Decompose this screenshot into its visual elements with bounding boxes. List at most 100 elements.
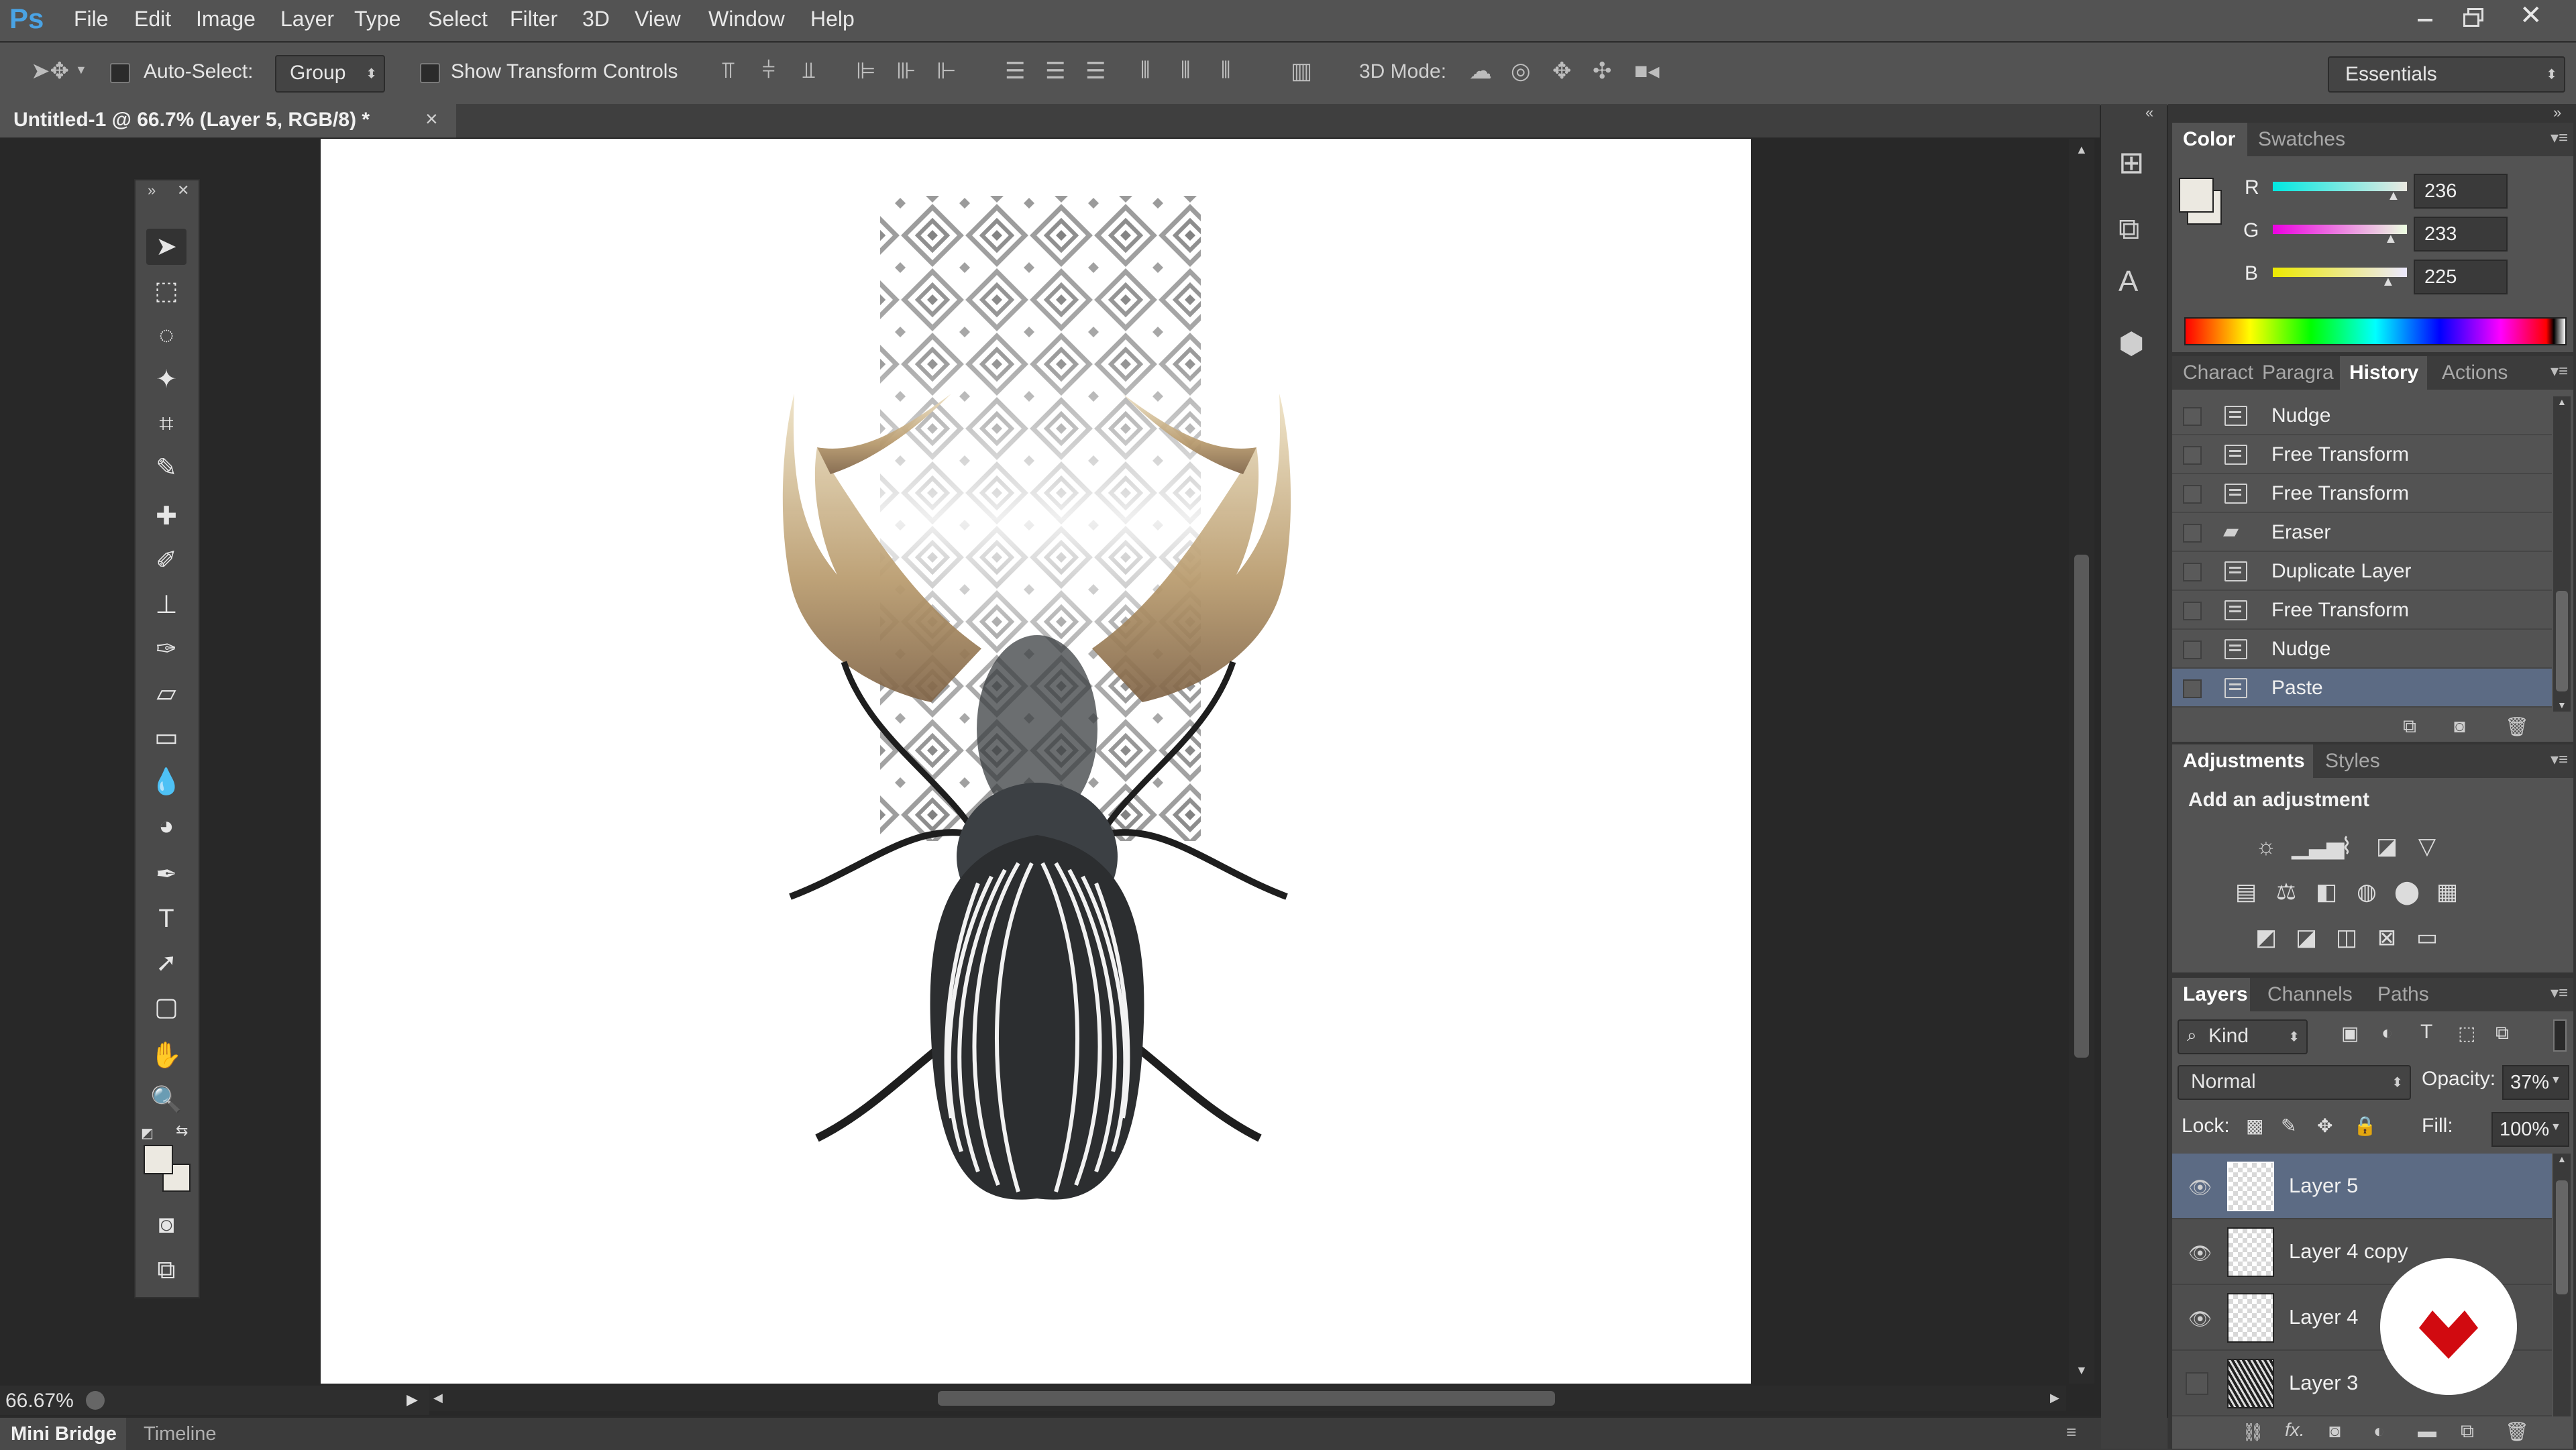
properties-panel-icon[interactable]: ⧉ [2118,213,2139,246]
vertical-scroll-thumb[interactable] [2074,555,2089,1058]
blue-value-field[interactable]: 225 [2414,260,2508,294]
menu-type[interactable]: Type [354,7,400,32]
panel-menu-icon[interactable]: ▾≡ [2551,983,2568,1003]
history-item[interactable]: ▰ Eraser [2172,513,2552,552]
menu-select[interactable]: Select [428,7,488,32]
menu-view[interactable]: View [635,7,681,32]
menu-layer[interactable]: Layer [280,7,334,32]
link-layers-icon[interactable]: ⛓ [2242,1422,2264,1443]
marquee-tool-icon[interactable]: ⬚ [146,273,186,309]
tab-history[interactable]: History [2349,361,2418,384]
menu-edit[interactable]: Edit [134,7,171,32]
menu-filter[interactable]: Filter [510,7,557,32]
filter-pixel-icon[interactable]: ▣ [2341,1022,2359,1044]
lock-all-icon[interactable]: 🔒 [2353,1115,2377,1137]
color-panel-foreground-swatch[interactable] [2179,178,2214,213]
3d-scale-icon[interactable]: ■◂ [1634,58,1660,85]
dock-collapse-icon[interactable]: » [2553,104,2561,121]
auto-select-checkbox[interactable] [110,63,130,83]
history-source-checkbox[interactable] [2183,407,2202,426]
shape-tool-icon[interactable]: ▢ [146,989,186,1025]
channel-mixer-icon[interactable]: ⬤ [2392,877,2422,907]
eye-icon[interactable]: 👁 [2188,1176,2212,1198]
history-item[interactable]: Free Transform [2172,474,2552,513]
auto-select-dropdown[interactable]: Group ⬍ [275,55,385,93]
foreground-color-swatch[interactable] [144,1145,173,1174]
new-adjustment-layer-icon[interactable]: ◐ [2373,1420,2385,1442]
exposure-icon[interactable]: ◪ [2372,832,2402,861]
fx-icon[interactable]: fx. [2285,1419,2305,1441]
lock-position-icon[interactable]: ✥ [2317,1115,2332,1137]
selective-color-icon[interactable]: ⊠ [2372,923,2402,952]
scroll-right-icon[interactable]: ▶ [2050,1391,2059,1405]
restore-icon[interactable] [2461,5,2485,32]
align-right-icon[interactable]: ⊩ [936,58,957,85]
invert-icon[interactable]: ◩ [2251,923,2281,952]
distribute-right-icon[interactable]: ⫴ [1221,58,1230,84]
new-document-from-state-icon[interactable]: ⧉ [2403,716,2416,738]
magic-wand-tool-icon[interactable]: ✦ [146,361,186,398]
dodge-tool-icon[interactable]: ◕ [146,808,186,844]
curves-icon[interactable]: ⌇ [2332,832,2361,861]
filter-toggle-icon[interactable] [2553,1019,2567,1052]
crop-tool-icon[interactable]: ⌗ [146,406,186,442]
panel-menu-icon[interactable]: ▾≡ [2551,750,2568,769]
filter-adjustment-icon[interactable]: ◐ [2381,1022,2393,1044]
3d-slide-icon[interactable]: ✣ [1593,58,1612,85]
brush-tool-icon[interactable]: ✐ [146,543,186,579]
history-panel-icon[interactable]: ⊞ [2118,144,2145,180]
color-lookup-icon[interactable]: ▦ [2432,877,2462,907]
pen-tool-icon[interactable]: ✒ [146,856,186,893]
zoom-level[interactable]: 66.67% [5,1390,74,1412]
panel-menu-icon[interactable]: ▾≡ [2551,128,2568,148]
zoom-tool-icon[interactable]: 🔍 [146,1082,186,1118]
tab-mini-bridge[interactable]: Mini Bridge [0,1418,126,1450]
minimize-icon[interactable] [2415,5,2435,32]
history-source-checkbox[interactable] [2183,640,2202,659]
workspace-dropdown[interactable]: Essentials ⬍ [2328,56,2565,93]
distribute-hcenter-icon[interactable]: ⫴ [1181,58,1190,84]
layer-filter-dropdown[interactable]: ⌕ Kind ⬍ [2178,1019,2308,1054]
status-menu-arrow-icon[interactable]: ▶ [407,1391,418,1408]
toolbox-close-icon[interactable]: ✕ [177,182,189,199]
menu-file[interactable]: File [74,7,109,32]
3d-roll-icon[interactable]: ◎ [1511,58,1531,85]
tab-channels[interactable]: Channels [2267,983,2353,1006]
posterize-icon[interactable]: ◪ [2292,923,2321,952]
layers-scroll-thumb[interactable] [2556,1180,2568,1294]
character-panel-icon[interactable]: A [2118,265,2138,298]
history-item[interactable]: Free Transform [2172,435,2552,474]
bottom-panel-menu-icon[interactable]: ≡ [2066,1422,2076,1443]
history-brush-tool-icon[interactable]: ✑ [146,631,186,667]
move-tool-icon[interactable]: ➤ [146,229,186,265]
tab-paragraph[interactable]: Paragra [2262,361,2334,384]
history-source-checkbox[interactable] [2183,485,2202,504]
move-tool-preset-icon[interactable]: ➤✥ [31,58,69,85]
history-item[interactable]: Nudge [2172,396,2552,435]
distribute-top-icon[interactable]: ☰ [1005,58,1025,85]
lock-pixels-icon[interactable]: ✎ [2281,1115,2296,1137]
scroll-up-icon[interactable]: ▲ [2557,1154,2567,1164]
distribute-bottom-icon[interactable]: ☰ [1085,58,1106,85]
scroll-up-icon[interactable]: ▲ [2557,396,2567,407]
history-item-selected[interactable]: Paste [2172,669,2552,708]
align-vcenter-icon[interactable]: ⫩ [762,58,775,84]
close-icon[interactable]: ✕ [2520,0,2542,31]
tab-actions[interactable]: Actions [2442,361,2508,384]
chevron-down-icon[interactable]: ▼ [75,63,87,77]
history-item[interactable]: Free Transform [2172,591,2552,630]
filter-shape-icon[interactable]: ⬚ [2458,1022,2475,1044]
menu-window[interactable]: Window [708,7,785,32]
brightness-contrast-icon[interactable]: ☼ [2251,832,2281,861]
history-scroll-thumb[interactable] [2556,591,2568,691]
vertical-scrollbar[interactable]: ▲ ▼ [2069,139,2094,1384]
tab-styles[interactable]: Styles [2325,750,2380,773]
document-canvas[interactable] [321,139,1751,1384]
layers-scrollbar[interactable]: ▲ [2553,1154,2571,1416]
delete-layer-icon[interactable]: 🗑 [2505,1420,2529,1443]
history-source-checkbox[interactable] [2183,446,2202,465]
scroll-up-icon[interactable]: ▲ [2076,143,2088,157]
tab-adjustments[interactable]: Adjustments [2183,750,2305,773]
strip-collapse-icon[interactable]: « [2145,104,2153,121]
history-item[interactable]: Nudge [2172,630,2552,669]
